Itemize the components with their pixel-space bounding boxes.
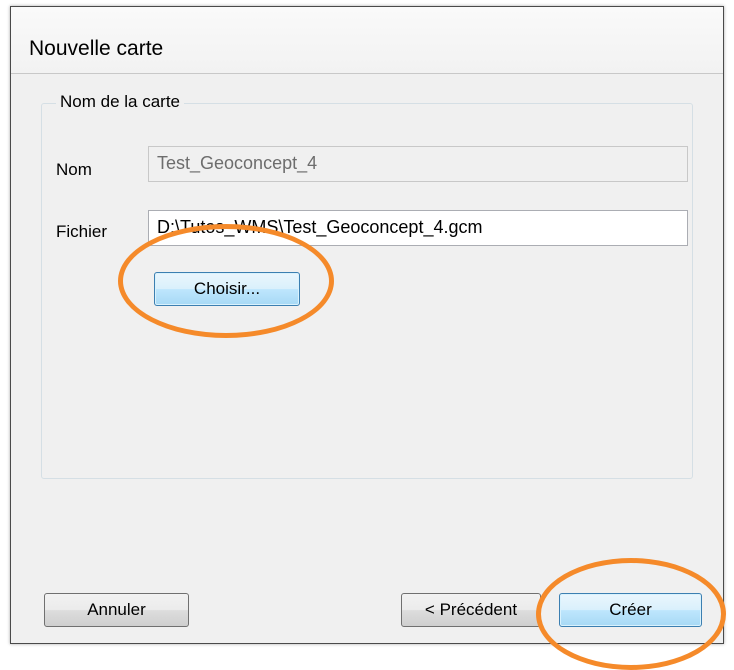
map-name-group: Nom de la carte Nom Test_Geoconcept_4 Fi… [41,92,693,479]
cancel-button[interactable]: Annuler [44,593,189,627]
choose-file-button[interactable]: Choisir... [154,272,300,306]
title-bar: Nouvelle carte [11,7,723,74]
dialog-title: Nouvelle carte [29,37,164,60]
dialog-window: Nouvelle carte Nom de la carte Nom Test_… [10,6,724,644]
group-legend: Nom de la carte [56,92,184,112]
create-button[interactable]: Créer [559,593,702,627]
fichier-label: Fichier [56,222,108,241]
fichier-field[interactable]: D:\Tutos_WMS\Test_Geoconcept_4.gcm [148,210,688,246]
nom-field: Test_Geoconcept_4 [148,146,688,182]
previous-button[interactable]: < Précédent [401,593,541,627]
nom-label: Nom [56,160,92,179]
